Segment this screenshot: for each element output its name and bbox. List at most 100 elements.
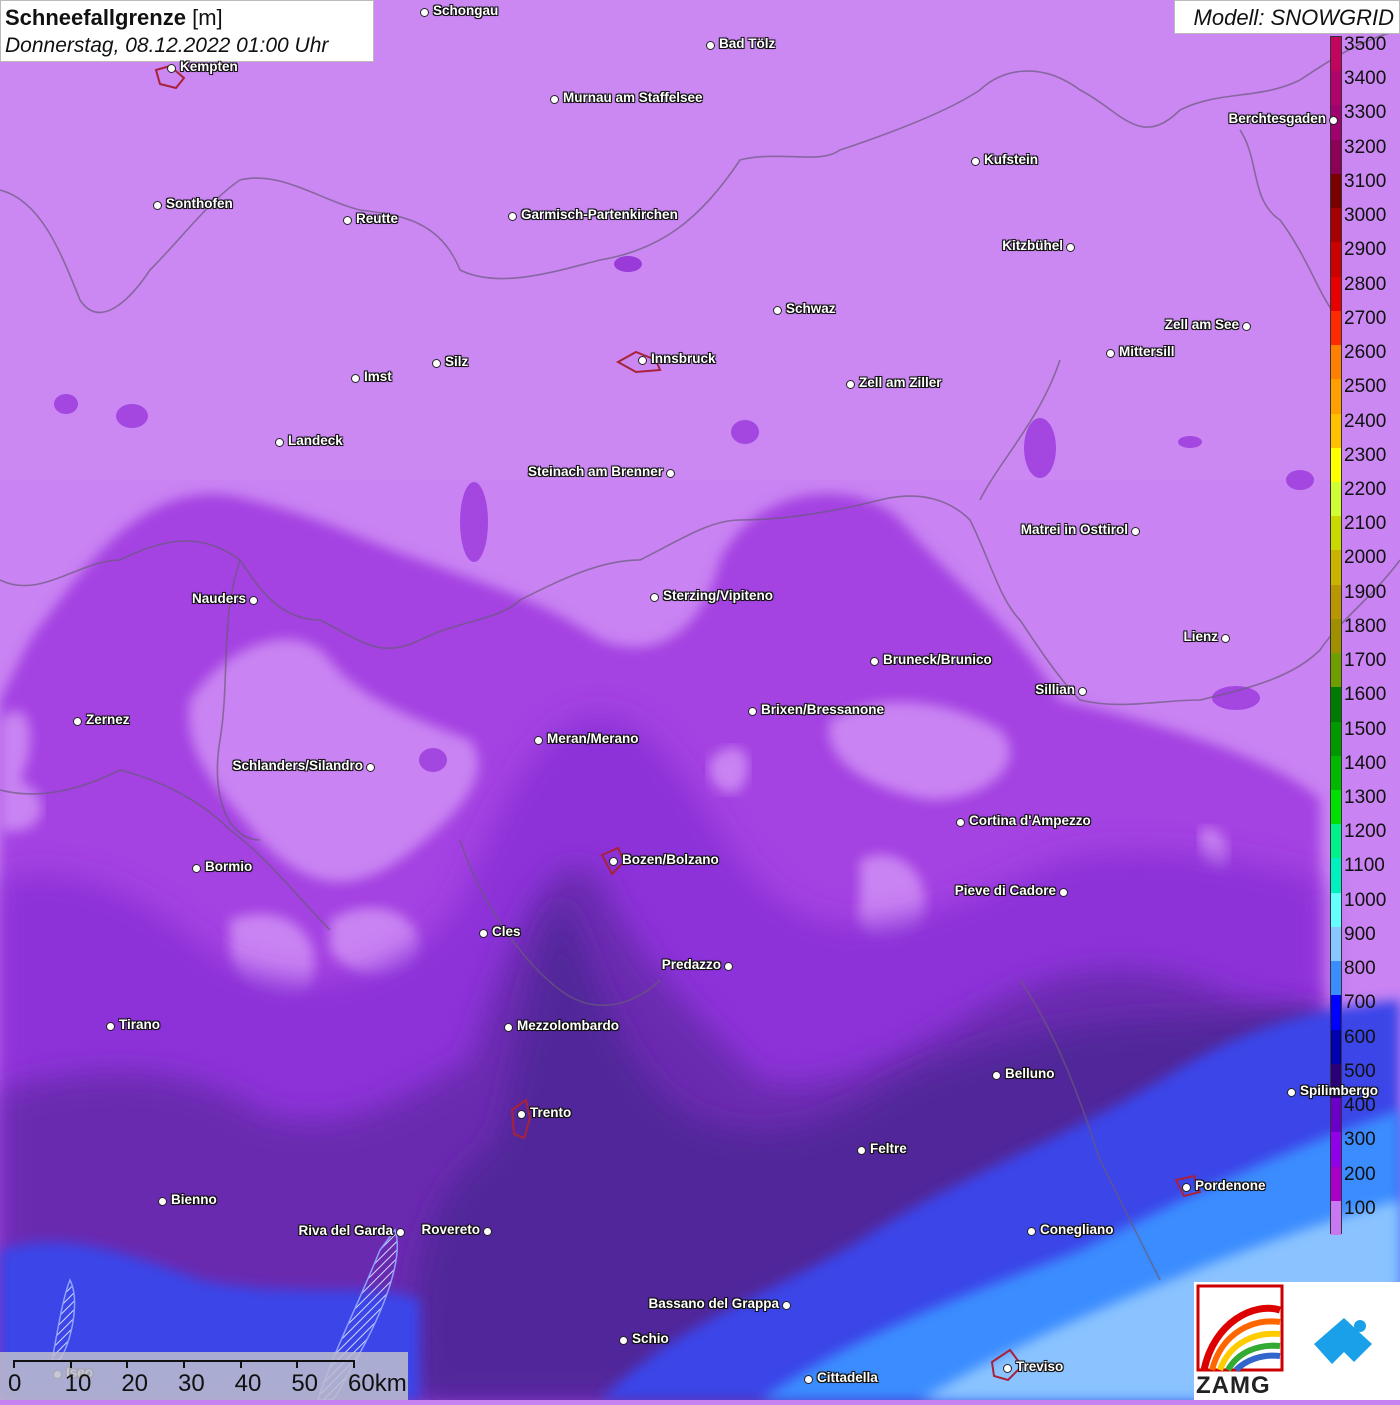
city-dot-icon xyxy=(724,962,733,971)
legend-swatch xyxy=(1331,721,1341,757)
city-dot-icon xyxy=(73,717,82,726)
city-dot-icon xyxy=(638,356,647,365)
city-name: Schio xyxy=(632,1331,669,1346)
legend-swatch xyxy=(1331,345,1341,380)
city-name: Conegliano xyxy=(1040,1222,1114,1237)
city-dot-icon xyxy=(1242,322,1251,331)
city-dot-icon xyxy=(1066,243,1075,252)
legend-label: 1900 xyxy=(1344,581,1387,603)
city-dot-icon xyxy=(167,64,176,73)
city-dot-icon xyxy=(666,469,675,478)
model-label: Modell: SNOWGRID xyxy=(1174,0,1400,34)
legend-label: 3100 xyxy=(1344,170,1387,192)
legend-swatch xyxy=(1331,447,1341,483)
scale-label: 60km xyxy=(348,1370,407,1397)
legend-label: 1600 xyxy=(1344,684,1387,706)
city-dot-icon xyxy=(1182,1183,1191,1192)
legend-swatch xyxy=(1331,37,1341,72)
scale-label: 10 xyxy=(64,1370,92,1397)
legend-label: 3000 xyxy=(1344,205,1387,227)
city-name: Sterzing/Vipiteno xyxy=(663,588,774,603)
legend-swatch xyxy=(1331,687,1341,723)
legend-swatch xyxy=(1331,516,1341,551)
city-dot-icon xyxy=(846,380,855,389)
legend-label: 3400 xyxy=(1344,68,1387,90)
city-dot-icon xyxy=(650,593,659,602)
city-dot-icon xyxy=(517,1110,526,1119)
legend-label: 200 xyxy=(1344,1163,1376,1185)
city-name: Landeck xyxy=(288,433,343,448)
map-unit: [m] xyxy=(192,5,223,30)
city-dot-icon xyxy=(782,1301,791,1310)
city-dot-icon xyxy=(432,359,441,368)
legend-swatch xyxy=(1331,995,1341,1031)
zamg-logo-text: ZAMG xyxy=(1196,1372,1271,1399)
legend-swatch xyxy=(1331,1132,1341,1168)
city-name: Schongau xyxy=(433,3,499,18)
city-name: Bozen/Bolzano xyxy=(622,852,719,867)
legend-label: 2400 xyxy=(1344,410,1387,432)
city-name: Bassano del Grappa xyxy=(648,1296,779,1311)
legend-swatch xyxy=(1331,1029,1341,1065)
city-name: Kufstein xyxy=(984,152,1038,167)
legend-label: 600 xyxy=(1344,1026,1376,1048)
legend-swatch xyxy=(1331,961,1341,996)
city-name: Meran/Merano xyxy=(547,731,639,746)
city-name: Rovereto xyxy=(421,1222,480,1237)
legend-label: 2900 xyxy=(1344,239,1387,261)
city-name: Bruneck/Brunico xyxy=(883,652,992,667)
city-dot-icon xyxy=(534,736,543,745)
map-datetime: Donnerstag, 08.12.2022 01:00 Uhr xyxy=(5,34,329,57)
legend-label: 2200 xyxy=(1344,478,1387,500)
legend-label: 100 xyxy=(1344,1197,1376,1219)
scale-label: 20 xyxy=(121,1370,149,1397)
legend-swatch xyxy=(1331,618,1341,654)
city-name: Lienz xyxy=(1183,629,1218,644)
legend-swatch xyxy=(1331,790,1341,825)
city-name: Nauders xyxy=(191,591,246,606)
city-dot-icon xyxy=(748,707,757,716)
legend-label: 1800 xyxy=(1344,615,1387,637)
legend-label: 500 xyxy=(1344,1060,1376,1082)
legend-label: 800 xyxy=(1344,958,1376,980)
city-dot-icon xyxy=(857,1146,866,1155)
city-dot-icon xyxy=(249,596,258,605)
scale-tick xyxy=(353,1360,355,1368)
legend-label: 1300 xyxy=(1344,787,1387,809)
legend-swatch xyxy=(1331,892,1341,928)
scale-tick xyxy=(239,1360,242,1368)
city-name: Sonthofen xyxy=(166,196,233,211)
city-dot-icon xyxy=(706,41,715,50)
city-name: Sillian xyxy=(1035,682,1075,697)
city-name: Steinach am Brenner xyxy=(527,464,663,479)
legend-swatch xyxy=(1331,550,1341,586)
city-dot-icon xyxy=(550,95,559,104)
city-dot-icon xyxy=(1329,116,1338,125)
city-dot-icon xyxy=(609,857,618,866)
city-name: Schwaz xyxy=(786,301,836,316)
legend-label: 1200 xyxy=(1344,821,1387,843)
legend-swatch xyxy=(1331,242,1341,278)
legend-label: 2300 xyxy=(1344,444,1387,466)
city-name: Murnau am Staffelsee xyxy=(563,90,703,105)
city-dot-icon xyxy=(153,201,162,210)
legend-swatch xyxy=(1331,926,1341,962)
legend-label: 2500 xyxy=(1344,376,1387,398)
city-dot-icon xyxy=(106,1022,115,1031)
city-name: Cittadella xyxy=(817,1370,878,1385)
legend-swatch xyxy=(1331,413,1341,449)
city-dot-icon xyxy=(1059,888,1068,897)
city-dot-icon xyxy=(1106,349,1115,358)
city-name: Bad Tölz xyxy=(719,36,776,51)
city-name: Pieve di Cadore xyxy=(954,883,1056,898)
city-name: Berchtesgaden xyxy=(1228,111,1326,126)
scale-tick xyxy=(183,1360,185,1368)
city-dot-icon xyxy=(504,1023,513,1032)
legend-label: 400 xyxy=(1344,1095,1376,1117)
legend-swatch xyxy=(1331,173,1341,209)
city-dot-icon xyxy=(971,157,980,166)
legend-label: 2700 xyxy=(1344,307,1387,329)
city-name: Feltre xyxy=(870,1141,907,1156)
city-dot-icon xyxy=(158,1197,167,1206)
city-name: Riva del Garda xyxy=(298,1223,393,1238)
